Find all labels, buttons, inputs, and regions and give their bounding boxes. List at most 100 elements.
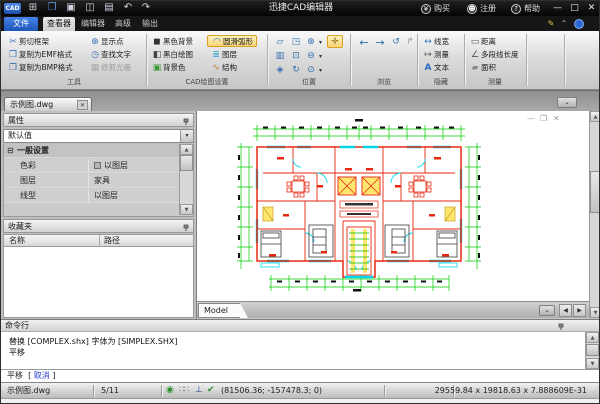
find-text-button[interactable]: ◷查找文字 <box>89 49 131 61</box>
smooth-arc-button[interactable]: ◠圆滑弧形 <box>207 35 257 47</box>
document-close-icon[interactable]: ✕ <box>77 100 88 110</box>
minimize-button[interactable]: — <box>550 1 565 15</box>
show-points-button[interactable]: ⊕显示点 <box>89 36 124 48</box>
scrollbar-thumb[interactable] <box>180 155 193 171</box>
view-undo-icon[interactable]: ↺ <box>389 36 403 49</box>
line-width-toggle[interactable]: ↔线宽 <box>422 36 449 48</box>
child-close-icon[interactable]: ✕ <box>553 114 560 123</box>
scroll-up-icon[interactable]: ▲ <box>586 332 599 343</box>
buy-button[interactable]: ¥ 购买 <box>421 1 450 16</box>
layout-prev-icon[interactable]: ◀ <box>559 304 572 317</box>
snap-grid-icon[interactable]: ∷∷ <box>179 383 188 399</box>
resize-grip-icon[interactable]: ⋰ <box>592 383 599 399</box>
polyline-length-button[interactable]: ∠多段线长度 <box>469 49 519 61</box>
zoom-select-icon[interactable]: ◳ <box>289 36 303 49</box>
command-history[interactable]: 替换 [COMPLEX.shx] 字体为 [SIMPLEX.SHX] 平移 ▲ … <box>1 332 600 369</box>
locate-marker-icon[interactable]: ◉ <box>166 383 174 399</box>
bw-draw-button[interactable]: ◧黑白绘图 <box>151 49 193 61</box>
strip-expand-chevron-icon[interactable]: ⌄ <box>557 97 577 108</box>
forward-view-icon[interactable]: → <box>373 36 387 49</box>
help-button[interactable]: ? 帮助 <box>511 1 540 16</box>
measure-toggle[interactable]: ↦测量 <box>422 49 449 61</box>
copy-bmp-button[interactable]: ❐复制为BMP格式 <box>7 62 73 74</box>
properties-panel-header[interactable]: 属性 <box>3 113 194 127</box>
zoom-out-icon[interactable]: ⊖ <box>304 50 318 63</box>
close-button[interactable]: ✕ <box>584 1 599 15</box>
text-toggle[interactable]: A文本 <box>422 62 449 74</box>
scroll-down-icon[interactable]: ▼ <box>180 204 193 215</box>
model-tab[interactable]: Model <box>198 303 240 318</box>
property-group-row[interactable]: ⊟ 一般设置 <box>4 144 179 158</box>
document-tab[interactable]: 示例图.dwg ✕ <box>4 97 92 112</box>
layout-next-icon[interactable]: ▶ <box>573 304 586 317</box>
drawing-canvas[interactable]: — ❐ ✕ <box>197 111 589 301</box>
zoom-out-dropdown-icon[interactable]: ▾ <box>317 53 324 60</box>
preset-select[interactable]: 默认值 ▾ <box>3 129 194 143</box>
properties-scrollbar[interactable]: ▲ ▼ <box>179 144 193 215</box>
draw-check-icon[interactable]: ✔ <box>207 383 215 399</box>
annotate-pencil-icon[interactable]: ✎ <box>545 18 557 30</box>
favorites-list[interactable] <box>3 247 194 318</box>
rotate-view-icon[interactable]: ↻ <box>289 64 303 77</box>
table-row[interactable]: 色彩 以图层 <box>4 159 179 173</box>
layers-button[interactable]: ≣图层 <box>210 49 237 61</box>
structure-button[interactable]: ∿结构 <box>210 62 237 74</box>
layout-list-chevron-icon[interactable]: ⌄ <box>539 305 555 316</box>
command-scrollbar[interactable]: ▲ ▼ <box>585 332 599 369</box>
copy-emf-button[interactable]: ❐复制为EMF格式 <box>7 49 72 61</box>
child-minimize-icon[interactable]: — <box>527 114 535 123</box>
preset-dropdown-icon[interactable]: ▾ <box>180 130 193 142</box>
pan-icon[interactable]: ✛ <box>327 35 343 48</box>
copy-view-icon[interactable]: ▥ <box>273 50 287 63</box>
scroll-up-icon[interactable]: ▲ <box>590 111 600 122</box>
undo-icon[interactable]: ↶ <box>120 1 136 15</box>
scroll-down-icon[interactable]: ▼ <box>586 358 599 369</box>
zoom-in-icon[interactable]: ⊕ <box>304 36 318 49</box>
cut-frame-button[interactable]: ✂剪切框架 <box>7 36 49 48</box>
favorites-col-name[interactable]: 名称 <box>9 235 25 247</box>
tab-output[interactable]: 输出 <box>138 17 162 31</box>
zoom-extents-icon[interactable]: ⊡ <box>289 50 303 63</box>
cancel-option[interactable]: 取消 <box>34 371 50 380</box>
table-row[interactable]: 图层 家具 <box>4 174 179 188</box>
zoom-previous-dropdown-icon[interactable]: ▾ <box>317 67 324 74</box>
quick-help-icon[interactable]: ? <box>573 18 585 30</box>
app-logo-icon[interactable]: CAD <box>4 3 21 14</box>
tab-viewer[interactable]: 查看器 <box>43 17 75 31</box>
favorites-panel-header[interactable]: 收藏夹 <box>3 219 194 233</box>
command-panel-header[interactable]: 命令行 <box>1 319 600 332</box>
open-file-icon[interactable]: ❐ <box>44 1 60 15</box>
redo-icon[interactable]: ↷ <box>138 1 154 15</box>
black-bg-button[interactable]: ◼黑色背景 <box>151 36 193 48</box>
new-document-icon[interactable]: ⊞ <box>25 1 41 15</box>
scrollbar-thumb[interactable] <box>590 171 600 213</box>
tab-advanced[interactable]: 高级 <box>111 17 135 31</box>
scrollbar-thumb[interactable] <box>586 344 599 356</box>
ortho-icon[interactable]: ⊥ <box>195 383 203 399</box>
area-button[interactable]: ▰面积 <box>469 62 496 74</box>
favorites-col-path[interactable]: 路径 <box>104 235 120 247</box>
command-input[interactable]: 平移 [ 取消 ] <box>1 369 600 382</box>
save-icon[interactable]: ▣ <box>63 1 79 15</box>
distance-button[interactable]: ▭距离 <box>469 36 496 48</box>
view-3d-icon[interactable]: ◈ <box>273 64 287 77</box>
table-row[interactable]: 线型 以图层 <box>4 189 179 203</box>
zoom-window-icon[interactable]: ▱ <box>273 36 287 49</box>
scroll-up-icon[interactable]: ▲ <box>180 144 193 155</box>
print-icon[interactable]: ▤ <box>101 1 117 15</box>
collapse-minus-icon[interactable]: ⊟ <box>7 144 14 158</box>
scroll-down-icon[interactable]: ▼ <box>590 307 600 318</box>
bg-color-button[interactable]: ▣背景色 <box>151 62 186 74</box>
save-as-icon[interactable]: ◫ <box>82 1 98 15</box>
zoom-in-dropdown-icon[interactable]: ▾ <box>317 39 324 46</box>
child-restore-icon[interactable]: ❐ <box>540 114 547 123</box>
tab-editor[interactable]: 编辑器 <box>78 17 108 31</box>
zoom-previous-icon[interactable]: ⊙ <box>304 64 318 77</box>
maximize-button[interactable]: □ <box>567 1 582 15</box>
floor-plan[interactable] <box>197 111 589 301</box>
tab-file[interactable]: 文件 <box>4 17 38 31</box>
back-view-icon[interactable]: ← <box>357 36 371 49</box>
collapse-ribbon-icon[interactable]: ⌃ <box>559 18 569 30</box>
canvas-vertical-scrollbar[interactable]: ▲ ▼ <box>589 111 600 318</box>
register-button[interactable]: ☻ 注册 <box>467 1 496 16</box>
